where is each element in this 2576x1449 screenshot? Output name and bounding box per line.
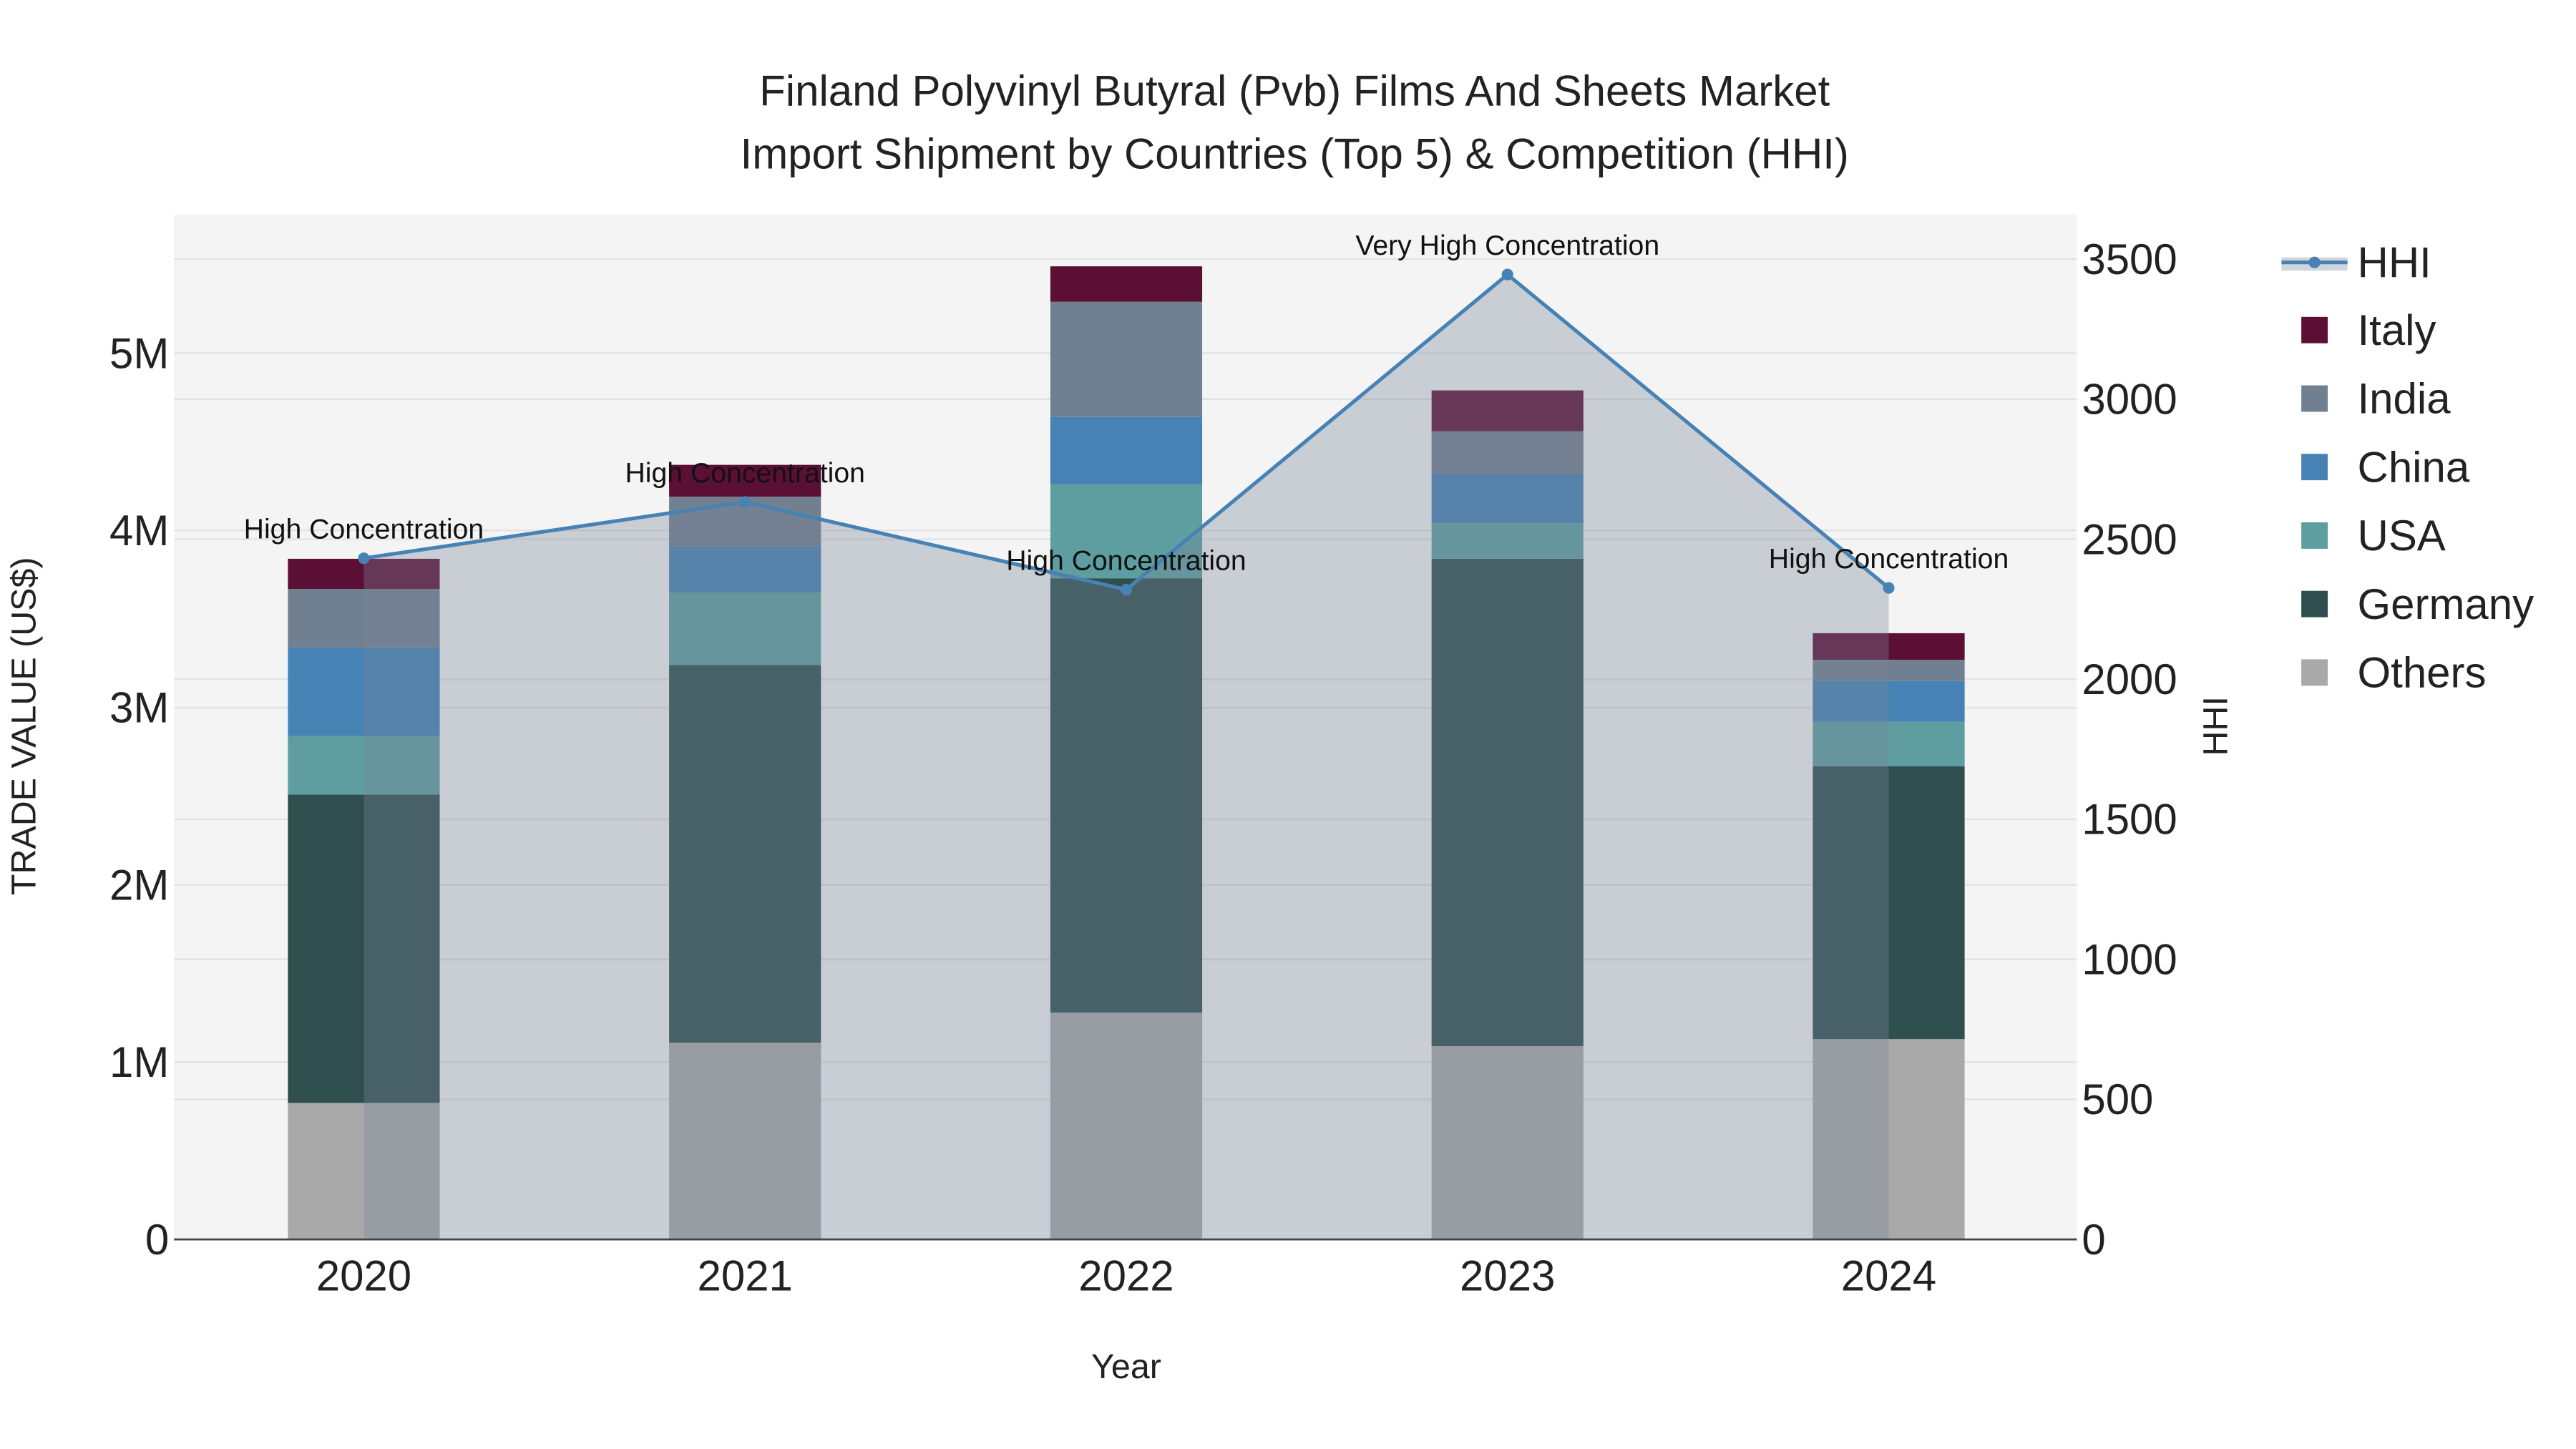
y2-tick-label: 3000 <box>2082 376 2177 424</box>
x-tick-label: 2023 <box>1460 1252 1555 1300</box>
legend-swatch-germany <box>2301 590 2328 618</box>
hhi-annotation: High Concentration <box>1769 544 2009 575</box>
x-tick-label: 2021 <box>698 1252 793 1300</box>
y-tick-label: 3M <box>109 684 169 732</box>
x-tick-label: 2020 <box>316 1252 411 1300</box>
hhi-point-2023 <box>1501 268 1513 280</box>
y-tick-label: 1M <box>109 1038 169 1086</box>
y-tick-label: 2M <box>109 861 169 909</box>
hhi-annotation: High Concentration <box>1006 545 1246 576</box>
bar-china-2022 <box>1050 416 1203 484</box>
legend-label-usa: USA <box>2358 512 2446 560</box>
x-tick-label: 2022 <box>1078 1252 1174 1300</box>
legend-label-hhi: HHI <box>2358 238 2431 286</box>
y2-tick-label: 3500 <box>2082 235 2177 283</box>
y2-tick-label: 1500 <box>2082 796 2177 844</box>
legend-swatch-china <box>2301 454 2328 481</box>
legend-swatch-usa <box>2301 522 2328 549</box>
y-tick-label: 4M <box>109 507 169 555</box>
legend-label-germany: Germany <box>2358 580 2534 628</box>
bar-italy-2022 <box>1050 266 1203 302</box>
hhi-annotation: High Concentration <box>244 514 484 545</box>
x-tick-label: 2024 <box>1841 1252 1936 1300</box>
y-axis-label: TRADE VALUE (US$) <box>4 557 43 895</box>
legend-swatch-india <box>2301 385 2328 412</box>
hhi-annotation: Very High Concentration <box>1355 230 1659 261</box>
y2-tick-label: 0 <box>2082 1216 2105 1264</box>
y2-tick-label: 2500 <box>2082 515 2177 563</box>
hhi-annotation: High Concentration <box>625 458 864 489</box>
chart-title-line2: Import Shipment by Countries (Top 5) & C… <box>741 130 1849 177</box>
legend-label-india: India <box>2358 375 2451 423</box>
y-tick-label: 0 <box>145 1216 169 1264</box>
x-axis-label: Year <box>1091 1347 1161 1386</box>
legend-label-others: Others <box>2358 649 2487 697</box>
hhi-point-2020 <box>358 552 370 565</box>
legend-label-italy: Italy <box>2358 306 2436 354</box>
legend-swatch-hhi-point <box>2308 256 2321 268</box>
legend-swatch-others <box>2301 659 2328 686</box>
bar-india-2022 <box>1050 301 1203 417</box>
y2-tick-label: 500 <box>2082 1075 2153 1123</box>
hhi-trade-chart: High Concentration High Concentration High… <box>1 0 2575 1449</box>
y-tick-label: 5M <box>109 329 169 377</box>
legend-swatch-italy <box>2301 316 2328 343</box>
hhi-point-2021 <box>739 496 751 508</box>
legend-label-china: China <box>2358 443 2470 491</box>
y2-tick-label: 1000 <box>2082 935 2177 983</box>
y2-axis-label: HHI <box>2196 696 2235 756</box>
hhi-point-2022 <box>1120 583 1133 596</box>
y2-tick-label: 2000 <box>2082 655 2177 703</box>
hhi-point-2024 <box>1883 582 1895 594</box>
chart-title-line1: Finland Polyvinyl Butyral (Pvb) Films An… <box>759 67 1830 115</box>
